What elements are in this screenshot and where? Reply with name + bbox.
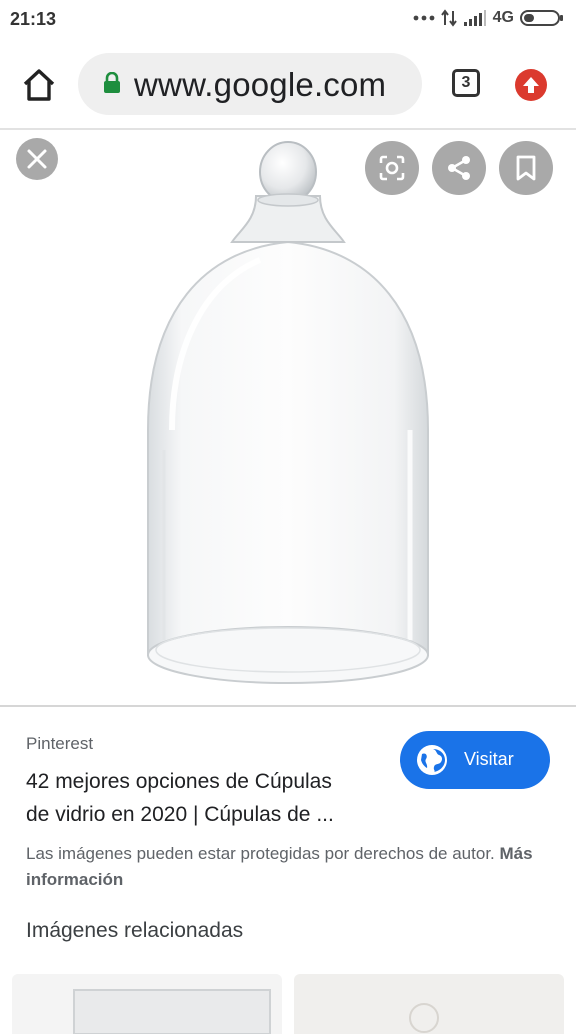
copyright-notice: Las imágenes pueden estar protegidas por…	[26, 841, 546, 893]
tab-count: 3	[461, 74, 471, 91]
result-source: Pinterest	[26, 734, 94, 753]
related-image-2	[409, 1003, 439, 1033]
globe-icon	[417, 745, 447, 775]
lens-button[interactable]	[365, 141, 419, 195]
close-icon	[27, 149, 47, 169]
browser-toolbar: www.google.com 3	[0, 40, 576, 128]
lens-icon	[379, 155, 405, 181]
url-text: www.google.com	[134, 66, 387, 103]
related-image-thumbnail[interactable]	[12, 974, 282, 1034]
signal-icon	[463, 10, 486, 26]
result-title-line-1[interactable]: 42 mejores opciones de Cúpulas	[26, 770, 332, 793]
status-icons: 4G	[413, 9, 564, 27]
tabs-button[interactable]: 3	[452, 69, 480, 97]
result-title-line-2[interactable]: de vidrio en 2020 | Cúpulas de ...	[26, 803, 334, 826]
save-button[interactable]	[499, 141, 553, 195]
status-time: 21:13	[10, 9, 57, 29]
related-image-1	[73, 989, 271, 1034]
glass-cloche-image	[147, 141, 429, 684]
result-title[interactable]: 42 mejores opciones de Cúpulas de vidrio…	[26, 765, 378, 831]
related-images-heading: Imágenes relacionadas	[26, 919, 244, 942]
image-viewer[interactable]	[0, 130, 576, 705]
data-transfer-icon	[440, 9, 457, 27]
close-button[interactable]	[16, 138, 58, 180]
viewer-divider	[0, 705, 576, 707]
share-button[interactable]	[432, 141, 486, 195]
bookmark-icon	[516, 155, 536, 181]
related-image-thumbnail[interactable]	[294, 974, 564, 1034]
battery-icon	[520, 10, 563, 26]
visit-button[interactable]: Visitar	[400, 731, 550, 789]
share-icon	[448, 156, 470, 180]
lock-icon	[104, 72, 120, 93]
copyright-text: Las imágenes pueden estar protegidas por…	[26, 844, 495, 863]
update-icon[interactable]	[515, 69, 547, 101]
address-bar[interactable]: www.google.com	[78, 53, 422, 115]
visit-label: Visitar	[464, 749, 514, 769]
network-type: 4G	[492, 9, 514, 26]
home-icon[interactable]	[20, 66, 58, 104]
status-bar: 21:13 4G	[0, 0, 576, 40]
up-arrow-icon	[523, 77, 539, 93]
more-dots-icon	[413, 15, 435, 21]
